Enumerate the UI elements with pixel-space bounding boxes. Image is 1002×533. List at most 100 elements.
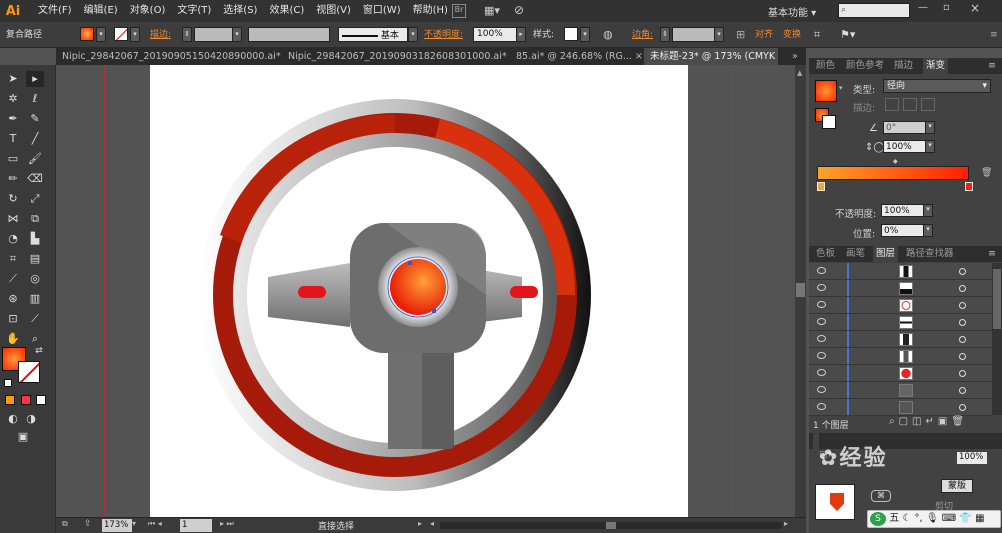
bridge-icon[interactable]: Br <box>452 4 466 18</box>
layers-scrollbar[interactable] <box>992 263 1002 415</box>
tab-close-icon[interactable]: × <box>635 51 642 62</box>
target-icon[interactable] <box>959 268 966 275</box>
control-menu-icon[interactable]: ≡ <box>990 27 998 43</box>
visibility-eye-icon[interactable] <box>817 403 826 410</box>
selection-tool-icon[interactable]: ➤ <box>4 71 22 87</box>
mesh-tool-icon[interactable]: ⌗ <box>4 251 22 267</box>
slice-tool-icon[interactable]: ⟋ <box>26 311 44 327</box>
layer-row[interactable] <box>809 348 992 365</box>
close-button[interactable]: × <box>970 1 980 15</box>
layer-row[interactable] <box>809 399 992 416</box>
hand-tool-icon[interactable]: ✋ <box>4 331 22 347</box>
gradient-preset-dropdown-icon[interactable]: ▾ <box>839 84 843 92</box>
menu-select[interactable]: 选择(S) <box>217 0 263 22</box>
eyedropper-icon[interactable]: ⟋ <box>4 271 22 287</box>
corner-label[interactable]: 边角: <box>632 27 653 43</box>
restore-button[interactable]: ▫ <box>943 2 950 13</box>
keyboard-icon[interactable]: ⌨ <box>942 513 956 524</box>
tab-brushes[interactable]: 画笔 <box>843 246 868 262</box>
tab-document-4[interactable]: 未标题-23* @ 173% (CMYK <box>644 48 778 65</box>
vertical-scrollbar[interactable]: ▲ <box>795 65 806 517</box>
tab-stroke[interactable]: 描边 <box>891 58 916 74</box>
column-graph-icon[interactable]: ▥ <box>26 291 44 307</box>
gradient-tool-icon[interactable]: ▤ <box>26 251 44 267</box>
tab-color-guide[interactable]: 颜色参考 <box>843 58 887 74</box>
mic-icon[interactable]: 🎙 <box>926 513 939 524</box>
layer-row[interactable] <box>809 331 992 348</box>
transform-label[interactable]: 变换 <box>783 27 801 43</box>
shape-icon[interactable]: ⊞ <box>736 27 745 43</box>
transparency-opacity-field[interactable]: 100% <box>957 452 987 464</box>
target-icon[interactable] <box>959 319 966 326</box>
location-dropdown-icon[interactable]: ▾ <box>923 224 933 237</box>
tab-color[interactable]: 颜色 <box>813 58 838 74</box>
stroke-within-icon[interactable] <box>885 98 899 111</box>
stroke-style-field[interactable]: 基本 <box>338 27 408 42</box>
artboard-nav-icon[interactable]: ⧉ <box>62 519 78 531</box>
transparency-thumbnail[interactable] <box>815 484 855 520</box>
stroke-weight-field[interactable] <box>194 27 234 42</box>
status-play-icon[interactable]: ▸ <box>418 519 422 528</box>
minimize-button[interactable]: — <box>918 2 928 13</box>
menu-edit[interactable]: 编辑(E) <box>78 0 124 22</box>
layers-menu-icon[interactable]: ≡ <box>985 246 999 262</box>
link-icon[interactable]: ⌘ <box>871 490 891 502</box>
menu-object[interactable]: 对象(O) <box>124 0 172 22</box>
angle-field[interactable]: 0° <box>883 121 927 134</box>
aspect-ratio-field[interactable]: 100% <box>883 140 927 153</box>
pencil-icon[interactable]: ✏ <box>4 171 22 187</box>
stroke-along-icon[interactable] <box>903 98 917 111</box>
stroke-swatch[interactable] <box>114 27 128 41</box>
hscroll-left-icon[interactable]: ◂ <box>430 519 434 528</box>
target-icon[interactable] <box>959 285 966 292</box>
moon-icon[interactable]: ☾ <box>902 513 911 524</box>
layer-actions[interactable]: ⌕▢◫↵▣🗑 <box>889 416 968 427</box>
make-mask-button[interactable]: 蒙版 <box>941 479 973 493</box>
gradient-mode-icon[interactable] <box>21 395 31 405</box>
aspect-dropdown-icon[interactable]: ▾ <box>925 140 935 153</box>
panel-menu-icon[interactable]: ≡ <box>985 58 999 74</box>
stroke-label[interactable]: 描边: <box>150 27 171 43</box>
artboard-tool-icon[interactable]: ⊡ <box>4 311 22 327</box>
punct-icon[interactable]: °, <box>915 513 923 524</box>
visibility-eye-icon[interactable] <box>817 352 826 359</box>
target-icon[interactable] <box>959 336 966 343</box>
variable-width-field[interactable] <box>248 27 330 42</box>
gradient-opacity-field[interactable]: 100% <box>881 204 925 217</box>
lasso-icon[interactable]: ℓ <box>26 91 44 107</box>
eraser-icon[interactable]: ⌫ <box>26 171 44 187</box>
align-label[interactable]: 对齐 <box>755 27 773 43</box>
fill-dropdown-icon[interactable]: ▾ <box>96 27 106 42</box>
graphic-style-swatch[interactable] <box>564 27 578 41</box>
symbol-sprayer-icon[interactable]: ⊛ <box>4 291 22 307</box>
stroke-style-dropdown-icon[interactable]: ▾ <box>408 27 418 42</box>
stroke-mini-swatch[interactable] <box>822 115 836 129</box>
layer-row[interactable] <box>809 263 992 280</box>
shape-builder-icon[interactable]: ◔ <box>4 231 22 247</box>
mask-icon[interactable]: ⚑▾ <box>840 27 855 43</box>
layer-row[interactable] <box>809 297 992 314</box>
target-icon[interactable] <box>959 387 966 394</box>
free-transform-icon[interactable]: ⧉ <box>26 211 44 227</box>
zoom-field[interactable]: 173% <box>102 519 132 532</box>
layer-row[interactable] <box>809 314 992 331</box>
fill-swatch[interactable] <box>80 27 94 41</box>
gradient-type-select[interactable]: 径向 ▾ <box>883 79 991 93</box>
recolor-icon[interactable]: ◍ <box>603 27 613 43</box>
tab-layers[interactable]: 图层 <box>873 246 899 262</box>
layer-row[interactable] <box>809 280 992 297</box>
opacity-label[interactable]: 不透明度: <box>424 27 463 43</box>
angle-dropdown-icon[interactable]: ▾ <box>925 121 935 134</box>
width-tool-icon[interactable]: ⋈ <box>4 211 22 227</box>
gradient-preview-swatch[interactable] <box>815 80 837 102</box>
layer-row[interactable] <box>809 382 992 399</box>
next-page-icon[interactable]: ▸ ⏭ <box>220 519 234 529</box>
menu-file[interactable]: 文件(F) <box>32 0 78 22</box>
scale-tool-icon[interactable]: ⤢ <box>26 191 44 207</box>
opacity-field[interactable]: 100% <box>473 27 517 42</box>
draw-normal-icon[interactable]: ◐ <box>4 411 22 427</box>
gradient-slider[interactable] <box>817 166 969 180</box>
search-input[interactable]: ⌕ <box>838 3 910 18</box>
target-icon[interactable] <box>959 404 966 411</box>
gradient-stop-left[interactable] <box>817 182 825 191</box>
